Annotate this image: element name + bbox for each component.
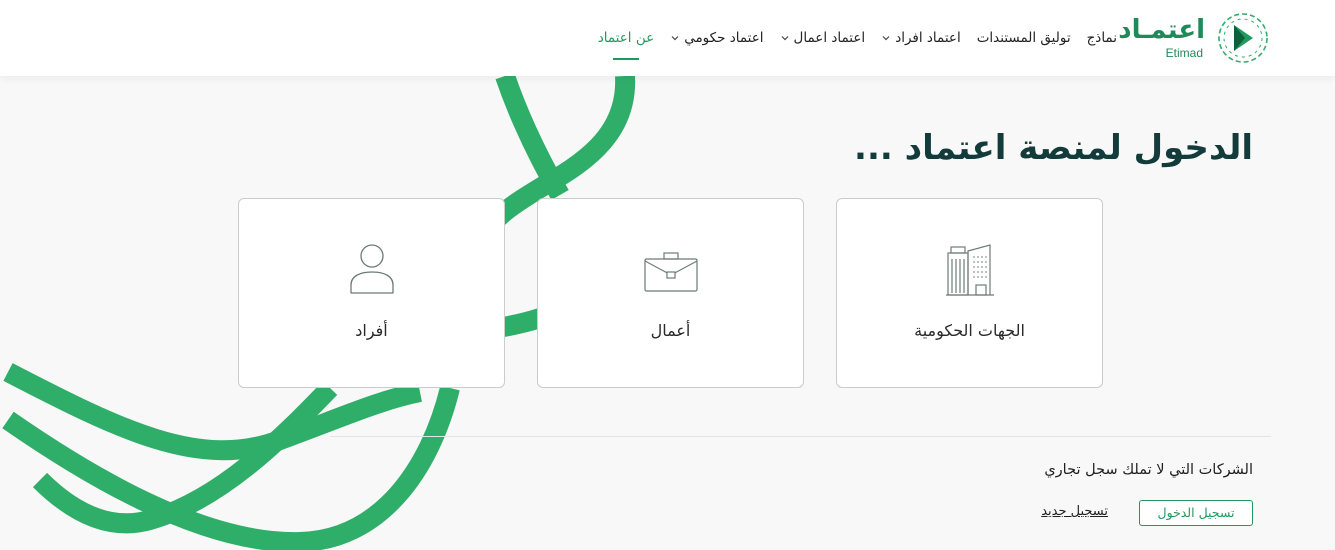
nav-item-document-authentication[interactable]: توليق المستندات (977, 30, 1071, 46)
main-nav: عن اعتماد اعتماد حكومي اعتماد اعمال اعتم… (598, 30, 1117, 46)
section-divider (330, 436, 1271, 437)
register-link[interactable]: تسجيل جديد (1041, 504, 1108, 519)
card-label: أعمال (650, 321, 691, 340)
no-commercial-register-text: الشركات التي لا تملك سجل تجاري (1044, 462, 1253, 478)
logo-arabic-text: اعتمـاد (1118, 15, 1205, 45)
government-building-icon (945, 244, 994, 296)
login-button[interactable]: تسجيل الدخول (1139, 500, 1253, 526)
chevron-down-icon (882, 36, 890, 41)
card-label: الجهات الحكومية (914, 321, 1025, 340)
logo-english-text: Etimad (1165, 46, 1203, 60)
chevron-down-icon (781, 36, 788, 41)
chevron-down-icon (671, 36, 679, 41)
briefcase-icon (643, 252, 698, 292)
nav-item-label: نماذج (1086, 30, 1117, 46)
etimad-logo-icon (1218, 13, 1268, 63)
nav-item-business[interactable]: اعتماد اعمال (780, 30, 866, 46)
card-label: أفراد (355, 321, 388, 340)
page-title: الدخول لمنصة اعتماد ... (854, 128, 1253, 168)
nav-item-forms[interactable]: نماذج (1087, 30, 1117, 46)
card-government[interactable]: الجهات الحكومية (836, 198, 1103, 388)
nav-item-label: عن اعتماد (597, 30, 655, 46)
nav-item-label: اعتماد افراد (895, 30, 961, 46)
nav-item-individuals[interactable]: اعتماد افراد (881, 30, 961, 46)
nav-item-about[interactable]: عن اعتماد (598, 30, 654, 46)
nav-item-label: اعتماد حكومي (684, 30, 764, 46)
card-business[interactable]: أعمال (537, 198, 804, 388)
card-individuals[interactable]: أفراد (238, 198, 505, 388)
etimad-logo[interactable]: اعتمـاد Etimad (1118, 10, 1271, 66)
person-icon (349, 244, 394, 294)
nav-item-label: اعتماد اعمال (793, 30, 866, 46)
nav-item-government[interactable]: اعتماد حكومي (670, 30, 764, 46)
nav-item-label: توليق المستندات (976, 30, 1071, 46)
top-header: اعتمـاد Etimad عن اعتماد اعتماد حكومي اع… (0, 0, 1335, 76)
